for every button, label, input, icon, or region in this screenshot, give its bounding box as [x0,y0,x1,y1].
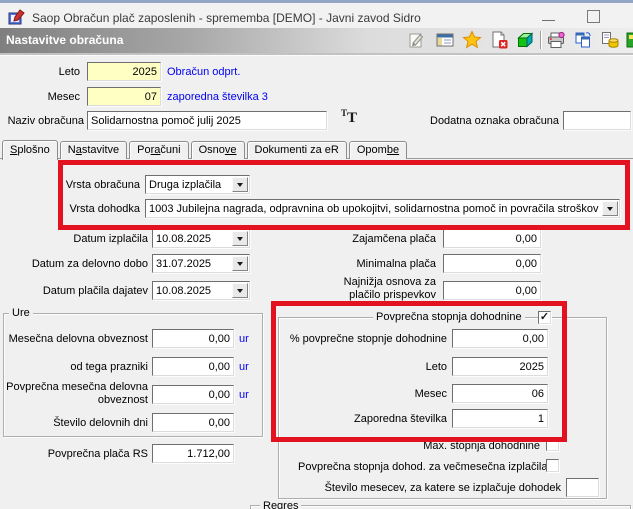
najnizja-osnova-field[interactable]: 0,00 [443,281,541,300]
mesecna-obveznost-field[interactable]: 0,00 [152,329,234,348]
window-title: Saop Obračun plač zaposlenih - sprememba… [32,11,421,25]
maximize-button[interactable] [580,7,608,27]
datum-delovna-doba-field[interactable]: 31.07.2025 [152,254,250,273]
annotation-box-vrsta [58,160,630,230]
prazniki-field[interactable]: 0,00 [152,357,234,376]
leto-status-text: Obračun odprt. [167,66,241,78]
export-database-icon[interactable] [600,30,620,50]
favorites-star-icon[interactable] [462,30,482,50]
mesec-status-text: zaporedna številka 3 [167,91,268,103]
copy-icon[interactable] [573,30,593,50]
naziv-obracuna-field[interactable]: Solidarnostna pomoč julij 2025 [87,111,327,130]
minimize-button[interactable] [534,7,562,27]
delete-document-icon[interactable] [489,30,509,50]
datum-izplacila-field[interactable]: 10.08.2025 [152,229,250,248]
unit-ur-text: ur [239,361,249,373]
section-header: Nastavitve obračuna [0,28,633,53]
stevilo-mesecev-field[interactable] [566,478,599,497]
dropdown-arrow-icon[interactable] [232,231,248,246]
title-bar: Saop Obračun plač zaposlenih - sprememba… [0,0,633,28]
app-icon [8,9,25,26]
tab-opombe[interactable]: Opombe [348,141,408,159]
povprecna-obveznost-label: Povprečna mesečna delovna obveznost [6,381,148,406]
datum-izplacila-label: Datum izplačila [73,233,148,245]
tab-osnove[interactable]: Osnove [190,141,245,159]
leto-label: Leto [58,66,80,78]
mesecna-obveznost-label: Mesečna delovna obveznost [8,333,148,345]
dodatna-oznaka-field[interactable] [563,111,631,130]
mesec-field[interactable]: 07 [87,87,161,106]
tab-poracuni[interactable]: Poračuni [129,141,189,159]
naziv-obracuna-label: Naziv obračuna [7,115,84,127]
delovni-dnevi-field[interactable]: 0,00 [152,413,234,432]
najnizja-osnova-label: Najnižja osnova za plačilo prispevkov [343,276,436,301]
zajamcena-placa-field[interactable]: 0,00 [443,229,541,248]
form-icon[interactable] [435,30,455,50]
tab-strip: Splošno Nastavitve Poračuni Osnove Dokum… [2,140,409,160]
datum-dajatev-label: Datum plačila dajatev [42,285,148,297]
dodatna-oznaka-label: Dodatna oznaka obračuna [430,115,560,127]
regres-groupbox [250,505,631,509]
datum-dajatev-field[interactable]: 10.08.2025 [152,281,250,300]
datum-delovna-doba-label: Datum za delovno dobo [31,258,148,270]
minimalna-placa-field[interactable]: 0,00 [443,254,541,273]
tab-dokumenti-za-er[interactable]: Dokumenti za eR [246,141,347,159]
annotation-box-dohodnina [271,301,567,442]
vecmesecna-label: Povprečna stopnja dohod. za večmesečna i… [298,461,548,473]
tab-nastavitve[interactable]: Nastavitve [59,141,128,159]
leto-field[interactable]: 2025 [87,62,161,81]
unit-ur-text: ur [239,333,249,345]
edit-icon[interactable] [407,30,427,50]
dropdown-arrow-icon[interactable] [232,283,248,298]
vecmesecna-checkbox[interactable] [546,459,559,472]
povprecna-placa-rs-field[interactable]: 1.712,00 [152,444,234,463]
toolbar-separator [540,31,542,49]
font-icon[interactable]: TT [341,108,357,127]
povprecna-placa-rs-label: Povprečna plača RS [47,448,148,460]
delovni-dnevi-label: Število delovnih dni [53,417,148,429]
clipped-icon[interactable] [626,30,633,50]
prazniki-label: od tega prazniki [70,361,148,373]
regres-group-title: Regres [260,500,302,509]
application-window: Saop Obračun plač zaposlenih - sprememba… [0,0,633,509]
header-separator [0,53,633,56]
cube-icon[interactable] [515,30,535,50]
ure-group-title: Ure [9,307,33,320]
dropdown-arrow-icon[interactable] [232,256,248,271]
tab-splosno[interactable]: Splošno [2,140,58,160]
unit-ur-text: ur [239,389,249,401]
povprecna-obveznost-field[interactable]: 0,00 [152,385,234,404]
section-title: Nastavitve obračuna [6,33,124,47]
printer-icon[interactable] [546,30,566,50]
zajamcena-placa-label: Zajamčena plača [352,233,436,245]
minimalna-placa-label: Minimalna plača [356,258,436,270]
stevilo-mesecev-label: Število mesecev, za katere se izplačuje … [324,482,561,494]
mesec-label: Mesec [47,91,80,103]
